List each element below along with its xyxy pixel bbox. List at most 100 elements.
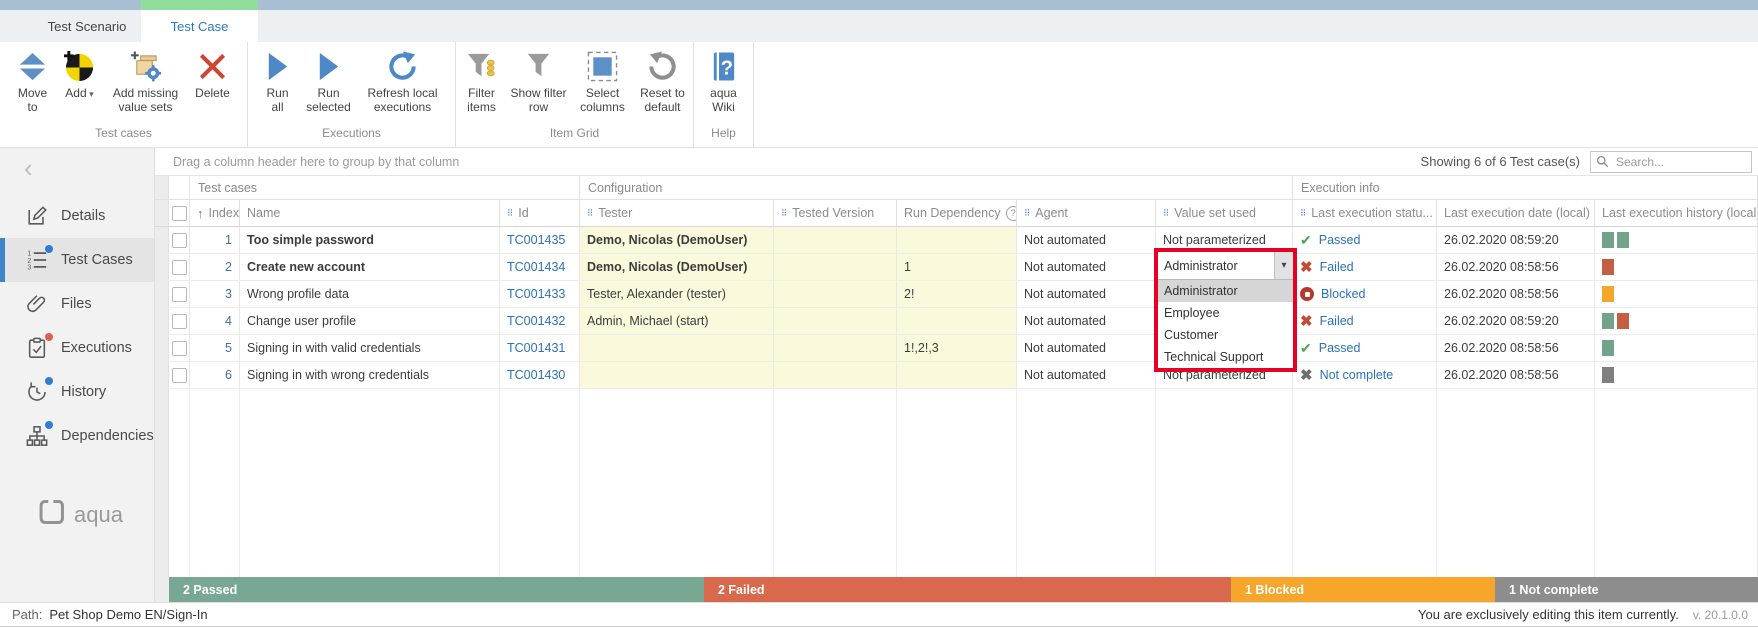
paperclip-icon (26, 293, 48, 315)
ribbon-button-aqua-wiki[interactable]: ?aqua Wiki (705, 48, 743, 114)
status-label-link[interactable]: Passed (1319, 341, 1361, 355)
row-checkbox[interactable] (169, 362, 190, 388)
cell-tested-version (774, 254, 897, 280)
history-clock-icon (26, 381, 48, 403)
value-set-editor[interactable]: Administrator▾ (1158, 252, 1293, 280)
table-row[interactable]: 5Signing in with valid credentialsTC0014… (155, 335, 1758, 362)
ribbon-toolbar: Move toAdd ▾Add missing value setsDelete… (0, 42, 1758, 148)
status-failed-icon: ✖ (1300, 312, 1313, 330)
column-header-index[interactable]: ↑Index (190, 200, 240, 226)
dropdown-option[interactable]: Employee (1158, 302, 1293, 324)
sidebar-item-test-cases[interactable]: 123Test Cases (0, 238, 154, 282)
status-label-link[interactable]: Passed (1319, 233, 1361, 247)
cell-run-dependency: 2! (897, 281, 1017, 307)
sidebar-collapse-button[interactable]: ‹ (0, 148, 154, 178)
tab-test-scenario[interactable]: Test Scenario (33, 10, 141, 42)
column-header-name[interactable]: Name (240, 200, 500, 226)
ribbon-button-show-filter-row[interactable]: Show filter row (509, 48, 569, 114)
sidebar-item-history[interactable]: History (0, 370, 154, 414)
cell-id: TC001431 (500, 335, 580, 361)
ribbon-button-reset-to-default[interactable]: Reset to default (637, 48, 689, 114)
row-checkbox[interactable] (169, 227, 190, 253)
column-header-run-dependency[interactable]: Run Dependency? (897, 200, 1017, 226)
ribbon-button-add-missing-value-sets[interactable]: Add missing value sets (107, 48, 185, 114)
clipboard-check-icon (26, 337, 48, 359)
cell-agent: Not automated (1017, 362, 1156, 388)
table-row[interactable]: 4Change user profileTC001432Admin, Micha… (155, 308, 1758, 335)
row-checkbox[interactable] (169, 308, 190, 334)
test-case-id-link[interactable]: TC001433 (507, 287, 565, 301)
sidebar-item-executions[interactable]: Executions (0, 326, 154, 370)
row-checkbox[interactable] (169, 281, 190, 307)
column-header-value-set-used[interactable]: ⠿Value set used (1156, 200, 1293, 226)
ribbon-button-run-all[interactable]: Run all (261, 48, 295, 114)
cell-name: Change user profile (240, 308, 500, 334)
app-version: v. 20.1.0.0 (1693, 608, 1748, 622)
history-red-square (1602, 259, 1614, 275)
ribbon-button-label: Filter items (461, 87, 503, 114)
test-case-id-link[interactable]: TC001434 (507, 260, 565, 274)
move-to-icon (17, 48, 48, 84)
sidebar-item-dependencies[interactable]: Dependencies (0, 414, 154, 458)
ribbon-button-delete[interactable]: Delete (191, 48, 235, 101)
cell-run-dependency: 1!,2!,3 (897, 335, 1017, 361)
ribbon-button-run-selected[interactable]: Run selected (301, 48, 357, 114)
band-configuration: Configuration (580, 176, 1293, 199)
search-box[interactable] (1590, 151, 1752, 173)
column-header-last-execution-history-local[interactable]: Last execution history (local) (1595, 200, 1758, 226)
grid-gutter (155, 227, 169, 253)
column-header-label: Last execution statu... (1311, 206, 1433, 220)
column-header-tested-version[interactable]: ⠿Tested Version (774, 200, 897, 226)
cell-last-execution-history (1595, 362, 1758, 388)
table-row[interactable]: 3Wrong profile dataTC001433Tester, Alexa… (155, 281, 1758, 308)
tab-test-case[interactable]: Test Case (141, 10, 258, 42)
ribbon-button-filter-items[interactable]: Filter items (461, 48, 503, 114)
test-case-id-link[interactable]: TC001432 (507, 314, 565, 328)
dropdown-option[interactable]: Technical Support (1158, 346, 1293, 368)
group-by-hint: Drag a column header here to group by th… (173, 155, 1421, 169)
dropdown-button[interactable]: ▾ (1274, 252, 1293, 279)
select-all-checkbox[interactable] (169, 200, 190, 226)
status-label-link[interactable]: Blocked (1321, 287, 1365, 301)
test-case-id-link[interactable]: TC001435 (507, 233, 565, 247)
show-filter-row-icon (523, 48, 554, 84)
test-case-id-link[interactable]: TC001431 (507, 341, 565, 355)
column-header-id[interactable]: ⠿Id (500, 200, 580, 226)
ribbon-button-move-to[interactable]: Move to (13, 48, 53, 114)
column-header-agent[interactable]: ⠿Agent (1017, 200, 1156, 226)
search-input[interactable] (1614, 154, 1746, 170)
row-checkbox[interactable] (169, 335, 190, 361)
test-case-id-link[interactable]: TC001430 (507, 368, 565, 382)
status-label-link[interactable]: Not complete (1320, 368, 1394, 382)
column-header-last-execution-date-local[interactable]: Last execution date (local) (1437, 200, 1595, 226)
column-header-tester[interactable]: ⠿Tester (580, 200, 774, 226)
status-label-link[interactable]: Failed (1320, 314, 1354, 328)
sidebar-item-label: Executions (61, 340, 132, 356)
table-row[interactable]: 1Too simple passwordTC001435Demo, Nicola… (155, 227, 1758, 254)
column-header-label: Value set used (1174, 206, 1256, 220)
sidebar-item-details[interactable]: Details (0, 194, 154, 238)
ribbon-group-caption: Test cases (0, 126, 247, 147)
ribbon-button-select-columns[interactable]: Select columns (575, 48, 631, 114)
cell-tester (580, 335, 774, 361)
path-label: Path: (12, 607, 42, 622)
cell-name: Too simple password (240, 227, 500, 253)
value-set-editor-value: Administrator (1158, 252, 1274, 279)
dropdown-option[interactable]: Administrator (1158, 280, 1293, 302)
ribbon-button-add[interactable]: Add ▾ (59, 48, 101, 102)
dropdown-option[interactable]: Customer (1158, 324, 1293, 346)
sidebar-item-files[interactable]: Files (0, 282, 154, 326)
table-row[interactable]: 6Signing in with wrong credentialsTC0014… (155, 362, 1758, 389)
svg-text:?: ? (721, 57, 733, 79)
column-header-label: Index (209, 206, 240, 220)
column-grip-icon: ⠿ (507, 209, 513, 218)
sidebar: ‹ Details123Test CasesFiles Executions His… (0, 148, 155, 602)
status-label-link[interactable]: Failed (1320, 260, 1354, 274)
row-checkbox[interactable] (169, 254, 190, 280)
value-set-dropdown-list: AdministratorEmployeeCustomerTechnical S… (1158, 280, 1293, 368)
ribbon-button-refresh-local-executions[interactable]: Refresh local executions (363, 48, 443, 114)
table-row[interactable]: 2Create new accountTC001434Demo, Nicolas… (155, 254, 1758, 281)
sidebar-item-label: Test Cases (61, 252, 133, 268)
cell-last-execution-status: Blocked (1293, 281, 1437, 307)
column-header-last-execution-statu[interactable]: ⠿Last execution statu... (1293, 200, 1437, 226)
